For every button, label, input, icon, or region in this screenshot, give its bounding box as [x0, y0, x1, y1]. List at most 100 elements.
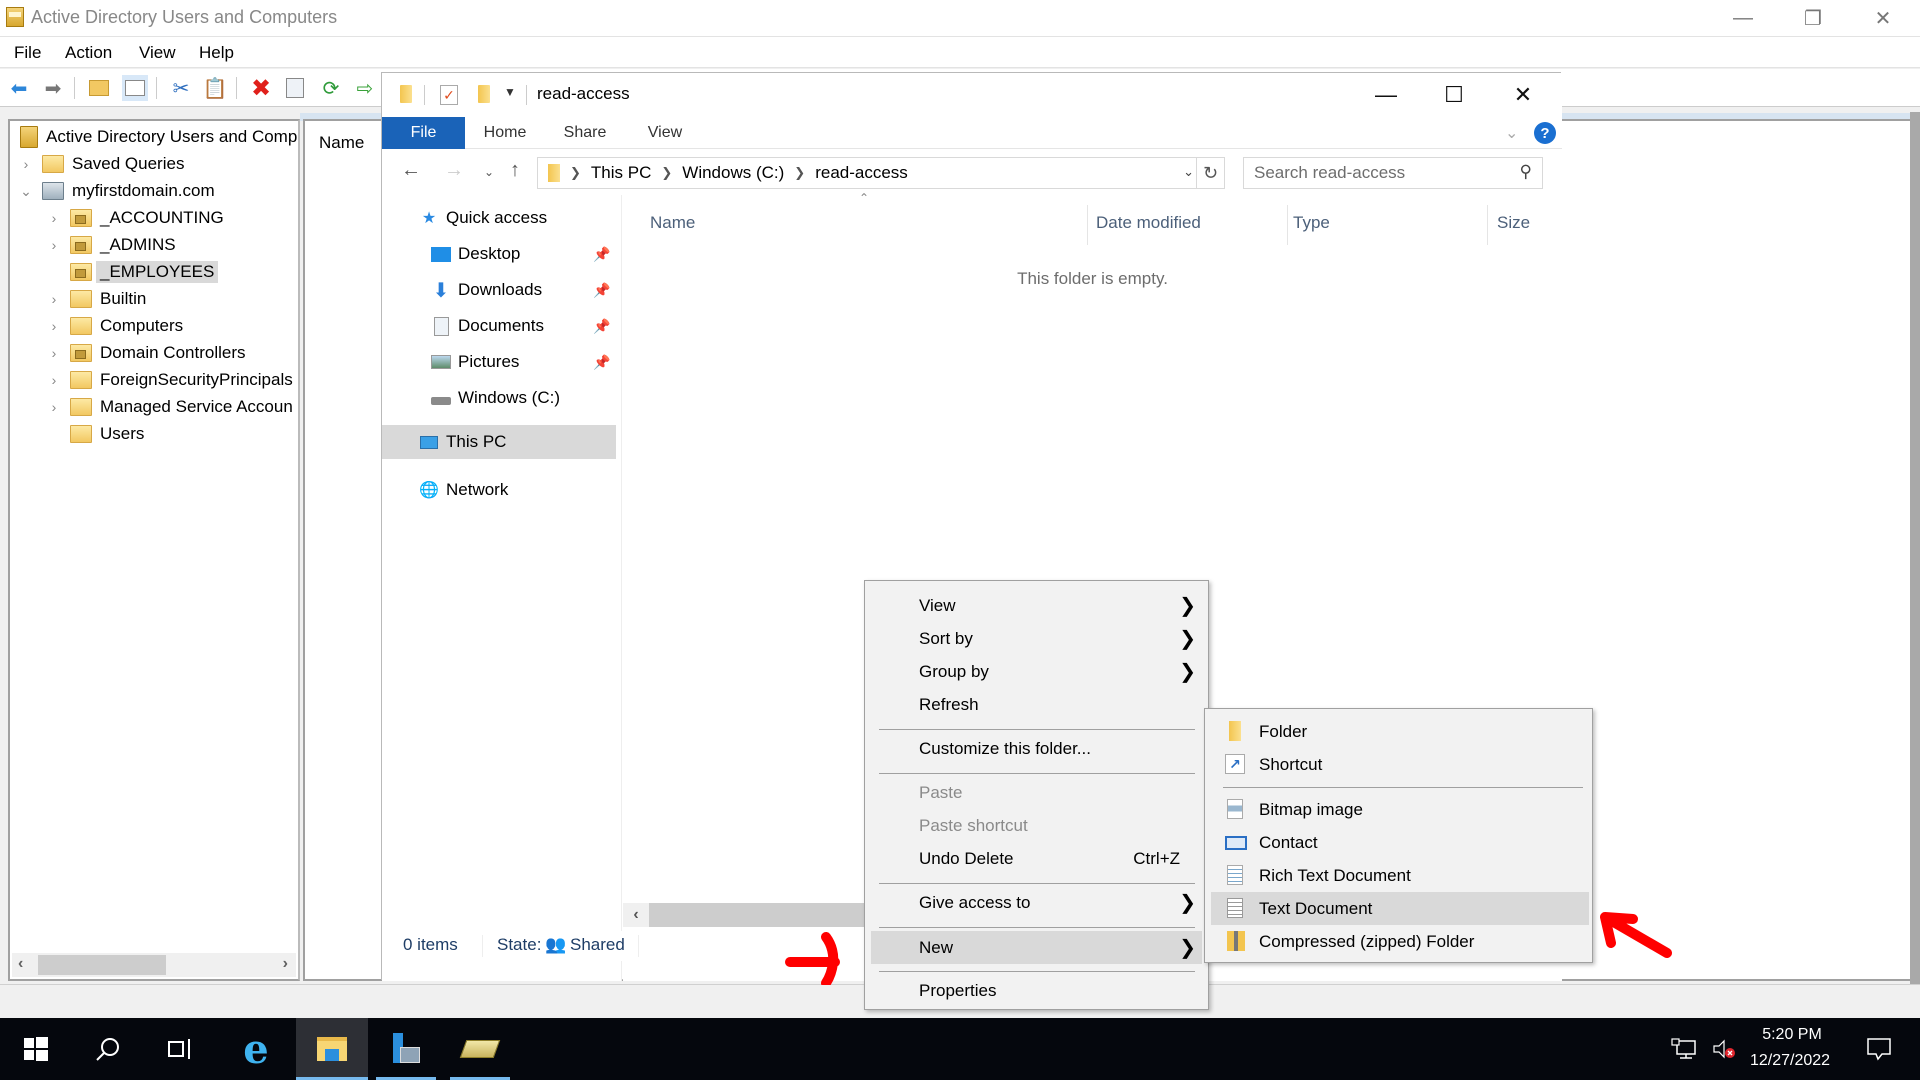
chevron-right-icon[interactable]: ›: [46, 237, 62, 253]
column-header-type[interactable]: Type: [1293, 213, 1330, 233]
nav-downloads[interactable]: ⬇ Downloads 📌: [430, 273, 620, 307]
chevron-right-icon[interactable]: ›: [18, 156, 34, 172]
internet-explorer-button[interactable]: e: [220, 1018, 292, 1080]
tree-item-builtin[interactable]: › Builtin: [46, 286, 146, 312]
nav-desktop[interactable]: Desktop 📌: [430, 237, 620, 271]
menu-item-give-access-to[interactable]: Give access to ❯: [871, 886, 1202, 919]
back-arrow-icon[interactable]: ←: [401, 159, 421, 182]
expand-ribbon-icon[interactable]: ⌄: [1505, 123, 1518, 143]
delete-icon[interactable]: ✖: [248, 75, 274, 102]
tree-item-domain[interactable]: ⌄ myfirstdomain.com: [18, 178, 215, 204]
breadcrumb-this-pc[interactable]: This PC: [591, 163, 651, 183]
aduc-title-bar[interactable]: Active Directory Users and Computers — ❐…: [0, 0, 1920, 36]
start-button[interactable]: [0, 1018, 72, 1080]
chevron-right-icon[interactable]: ›: [46, 318, 62, 334]
address-bar[interactable]: ❯ This PC ❯ Windows (C:) ❯ read-access ⌄…: [537, 157, 1225, 189]
nav-network[interactable]: 🌐 Network: [418, 473, 508, 507]
customize-qat-icon[interactable]: ▼: [504, 85, 516, 99]
menu-item-paste-shortcut[interactable]: Paste shortcut: [871, 809, 1202, 842]
clock-time[interactable]: 5:20 PM: [1752, 1026, 1832, 1044]
chevron-right-icon[interactable]: ›: [46, 399, 62, 415]
clock-date[interactable]: 12/27/2022: [1735, 1052, 1845, 1070]
export-list-icon[interactable]: ⇨: [352, 75, 378, 101]
chevron-right-icon[interactable]: ›: [46, 210, 62, 226]
menu-item-view[interactable]: View ❯: [871, 589, 1202, 622]
tab-home[interactable]: Home: [465, 117, 545, 149]
tree-item-managed-service-accounts[interactable]: › Managed Service Accoun: [46, 394, 293, 420]
column-divider[interactable]: [1287, 205, 1288, 245]
tree-item-saved-queries[interactable]: › Saved Queries: [18, 151, 184, 177]
search-box[interactable]: ⚲: [1243, 157, 1543, 189]
menu-item-customize-folder[interactable]: Customize this folder...: [871, 732, 1202, 765]
new-shortcut-item[interactable]: ↗ Shortcut: [1211, 748, 1589, 781]
column-header-name[interactable]: Name: [319, 133, 364, 153]
close-button[interactable]: ✕: [1489, 73, 1557, 117]
tree-item-accounting[interactable]: › _ACCOUNTING: [46, 205, 224, 231]
chevron-right-icon[interactable]: ❯: [661, 165, 672, 181]
scrollbar-thumb[interactable]: [38, 955, 166, 975]
properties-checkbox-icon[interactable]: ✓: [440, 85, 458, 105]
network-tray-icon[interactable]: [1664, 1018, 1704, 1080]
nav-windows-c[interactable]: Windows (C:): [430, 381, 560, 415]
search-icon[interactable]: ⚲: [1520, 162, 1532, 182]
menu-item-new[interactable]: New ❯: [871, 931, 1202, 964]
chevron-right-icon[interactable]: ❯: [570, 165, 581, 181]
menu-item-paste[interactable]: Paste: [871, 776, 1202, 809]
tree-item-domain-controllers[interactable]: › Domain Controllers: [46, 340, 246, 366]
new-folder-item[interactable]: Folder: [1211, 715, 1589, 748]
tree-item-foreign-security-principals[interactable]: › ForeignSecurityPrincipals: [46, 367, 293, 393]
breadcrumb-windows-c[interactable]: Windows (C:): [682, 163, 784, 183]
console-tree[interactable]: Active Directory Users and Comp › Saved …: [8, 119, 300, 981]
menu-view[interactable]: View: [139, 43, 176, 63]
column-header-name[interactable]: Name: [650, 213, 695, 233]
server-manager-button[interactable]: [370, 1018, 442, 1080]
scroll-left-icon[interactable]: ‹: [623, 903, 649, 927]
explorer-title-bar[interactable]: ✓ ▼ read-access — ☐ ✕: [382, 73, 1562, 117]
forward-arrow-icon[interactable]: →: [444, 159, 464, 182]
help-icon[interactable]: ?: [1534, 122, 1556, 144]
nav-documents[interactable]: Documents 📌: [430, 309, 620, 343]
forward-icon[interactable]: ➡: [40, 75, 66, 101]
breadcrumb-read-access[interactable]: read-access: [815, 163, 908, 183]
tree-horizontal-scrollbar[interactable]: ‹ ›: [12, 953, 296, 977]
navigation-pane[interactable]: ★ Quick access Desktop 📌 ⬇ Downloads 📌 D…: [382, 195, 622, 981]
aduc-taskbar-button[interactable]: [444, 1018, 516, 1080]
menu-action[interactable]: Action: [65, 43, 112, 63]
column-divider[interactable]: [1487, 205, 1488, 245]
menu-item-refresh[interactable]: Refresh: [871, 688, 1202, 721]
column-header-date-modified[interactable]: Date modified: [1096, 213, 1201, 233]
new-rich-text-item[interactable]: Rich Text Document: [1211, 859, 1589, 892]
menu-file[interactable]: File: [14, 43, 41, 63]
chevron-right-icon[interactable]: ›: [46, 345, 62, 361]
paste-icon[interactable]: 📋: [202, 75, 228, 101]
minimize-button[interactable]: —: [1708, 0, 1778, 36]
maximize-button[interactable]: ☐: [1420, 73, 1488, 117]
nav-this-pc[interactable]: This PC: [382, 425, 616, 459]
close-button[interactable]: ✕: [1848, 0, 1918, 36]
back-icon[interactable]: ⬅: [6, 75, 32, 101]
chevron-right-icon[interactable]: ❯: [794, 165, 805, 181]
nav-quick-access[interactable]: ★ Quick access: [418, 201, 547, 235]
task-view-button[interactable]: [144, 1018, 216, 1080]
nav-pictures[interactable]: Pictures 📌: [430, 345, 620, 379]
tree-item-admins[interactable]: › _ADMINS: [46, 232, 176, 258]
action-center-button[interactable]: [1848, 1018, 1910, 1080]
menu-item-sort-by[interactable]: Sort by ❯: [871, 622, 1202, 655]
column-header-size[interactable]: Size: [1497, 213, 1530, 233]
menu-item-undo-delete[interactable]: Undo Delete Ctrl+Z: [871, 842, 1202, 875]
chevron-right-icon[interactable]: ›: [46, 372, 62, 388]
properties-icon[interactable]: [282, 75, 308, 101]
tab-view[interactable]: View: [625, 117, 705, 149]
up-arrow-icon[interactable]: ↑: [510, 159, 520, 182]
tree-item-users[interactable]: Users: [46, 421, 144, 447]
restore-button[interactable]: ❐: [1778, 0, 1848, 36]
show-console-tree-icon[interactable]: [122, 75, 148, 101]
search-input[interactable]: [1244, 158, 1504, 188]
new-contact-item[interactable]: Contact: [1211, 826, 1589, 859]
tree-item-root[interactable]: Active Directory Users and Comp: [16, 124, 297, 150]
address-history-dropdown-icon[interactable]: ⌄: [1183, 164, 1194, 180]
tab-file[interactable]: File: [382, 117, 465, 149]
new-bitmap-item[interactable]: Bitmap image: [1211, 793, 1589, 826]
scroll-left-icon[interactable]: ‹: [18, 955, 23, 973]
column-divider[interactable]: [1087, 205, 1088, 245]
